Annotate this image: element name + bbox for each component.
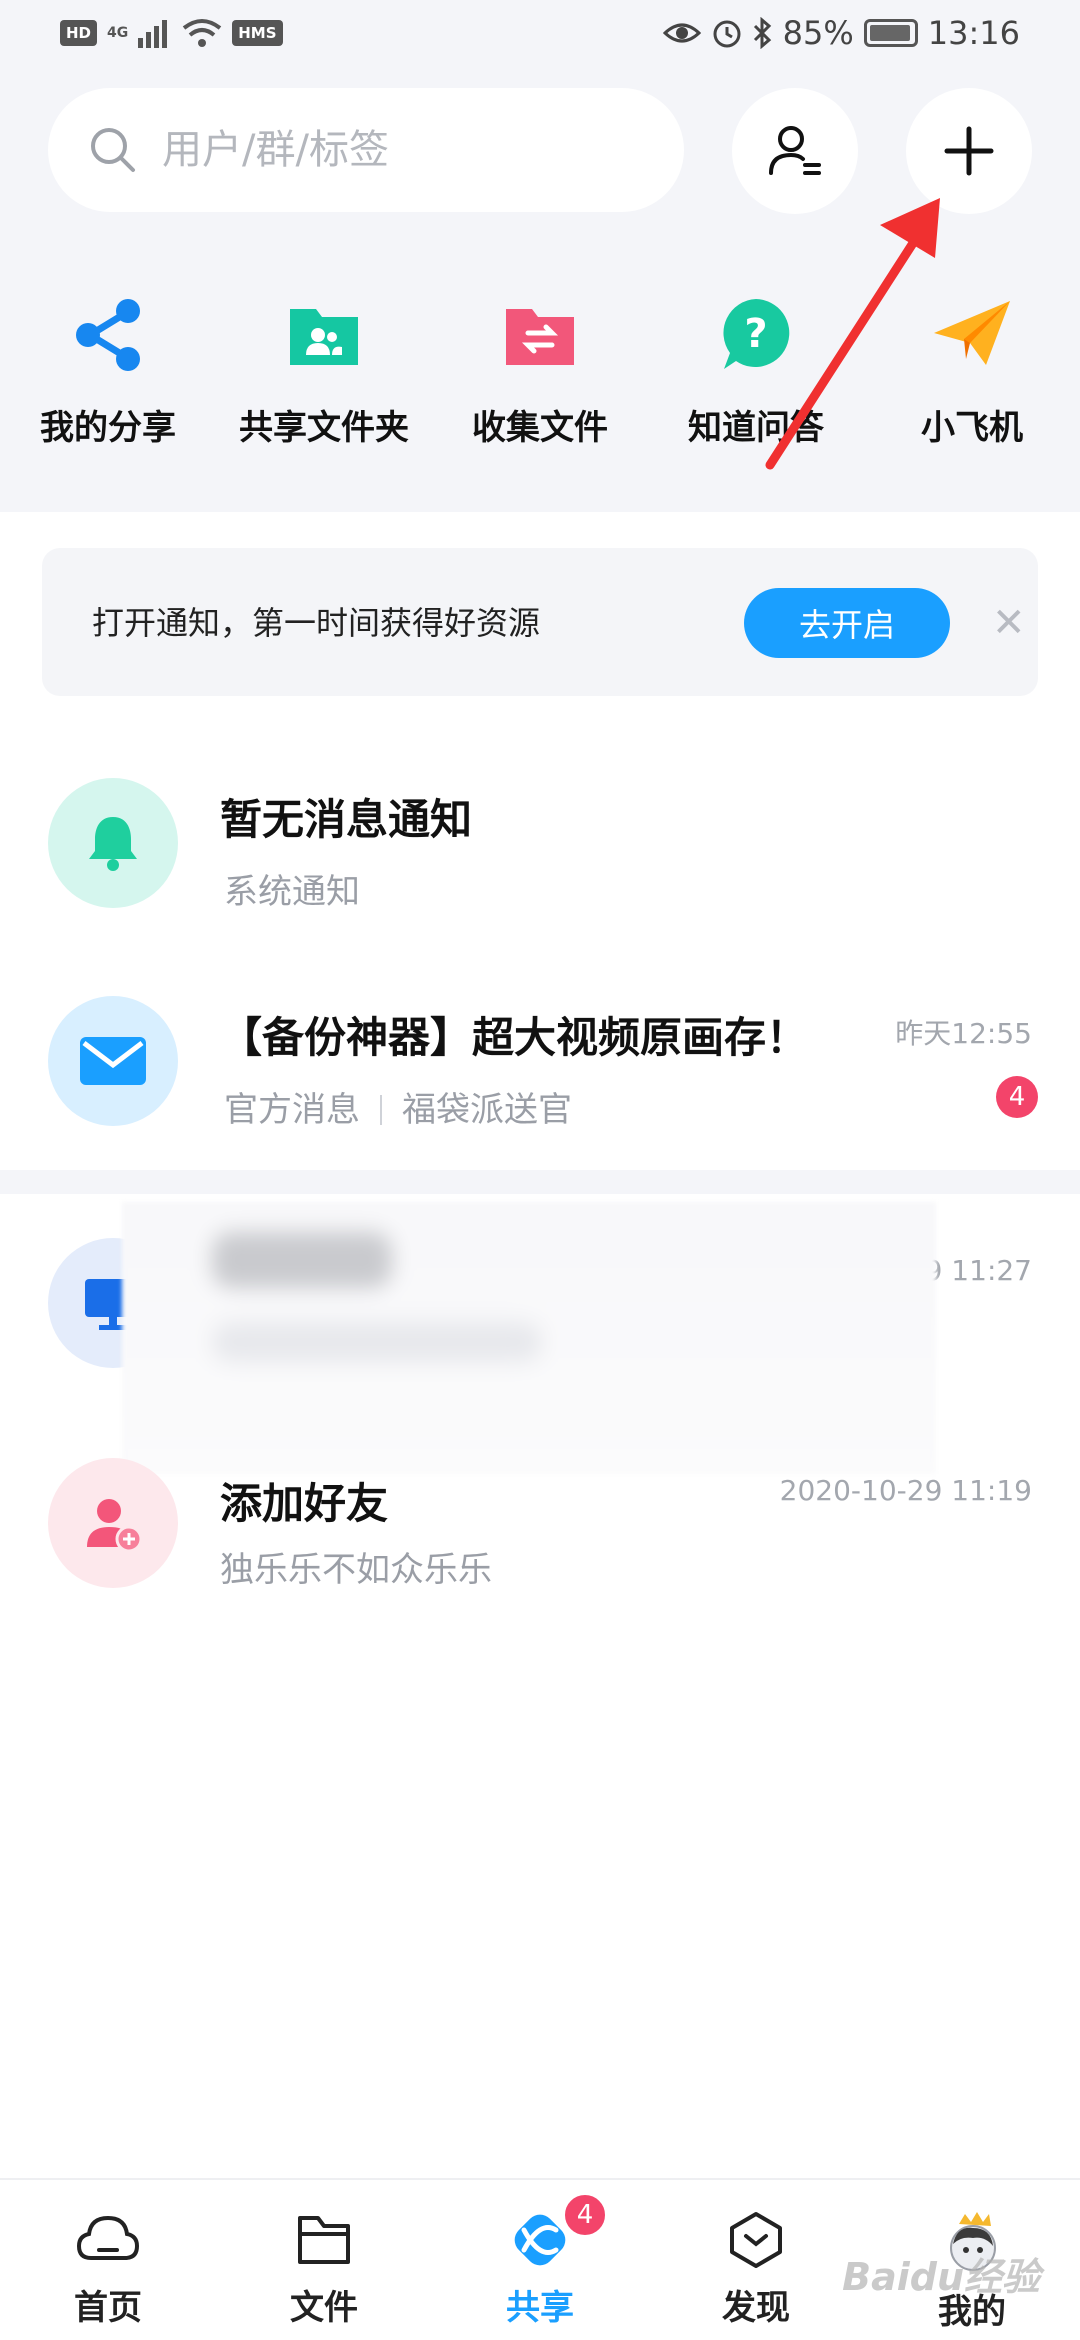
nav-discover[interactable]: 发现: [648, 2180, 864, 2340]
nav-label: 共享: [506, 2288, 574, 2328]
quick-collect-files[interactable]: 收集文件: [432, 290, 648, 449]
question-icon: ?: [711, 290, 801, 380]
share-icon: [63, 290, 153, 380]
quick-actions: 我的分享 共享文件夹 收集文件 ? 知道问答 小飞机: [0, 290, 1080, 449]
message-sender: 福袋派送官: [402, 1090, 572, 1130]
nav-share[interactable]: 4 共享: [432, 2180, 648, 2340]
shared-folder-icon: [279, 290, 369, 380]
mail-icon: [48, 996, 178, 1126]
notification-banner: 打开通知，第一时间获得好资源 去开启 ✕: [42, 548, 1038, 696]
quick-label: 我的分享: [40, 408, 176, 448]
discover-icon: [730, 2212, 782, 2268]
quick-label: 收集文件: [472, 408, 608, 448]
cloud-icon: [76, 2215, 140, 2260]
nav-home[interactable]: 首页: [0, 2180, 216, 2340]
message-time: 9 11:27: [924, 1254, 1032, 1287]
privacy-blur: [122, 1202, 936, 1474]
add-user-icon: [48, 1458, 178, 1588]
close-icon[interactable]: ✕: [992, 596, 1026, 650]
status-bar: HD 4G HMS 85% 13:16: [0, 0, 1080, 74]
bluetooth-icon: [753, 17, 771, 49]
blurred-title: [212, 1232, 392, 1288]
share-nav-icon: [514, 2214, 566, 2266]
nav-label: 文件: [290, 2288, 358, 2328]
quick-label: 知道问答: [688, 408, 824, 448]
blurred-subtitle: [212, 1322, 542, 1362]
quick-label: 小飞机: [921, 408, 1023, 448]
message-title: 【备份神器】超大视频原画存！: [220, 1013, 809, 1062]
svg-text:?: ?: [744, 311, 767, 357]
nav-files[interactable]: 文件: [216, 2180, 432, 2340]
message-time: 昨天12:55: [895, 1017, 1032, 1050]
quick-shared-folder[interactable]: 共享文件夹: [216, 290, 432, 449]
list-item[interactable]: 添加好友 独乐乐不如众乐乐 2020-10-29 11:19: [0, 1458, 1080, 1638]
message-subtitle: 独乐乐不如众乐乐: [220, 1550, 492, 1590]
contacts-icon: [769, 126, 821, 175]
hms-indicator: HMS: [232, 20, 283, 46]
nav-label: 发现: [722, 2288, 790, 2328]
enable-notification-button[interactable]: 去开启: [744, 588, 950, 658]
status-left: HD 4G HMS: [60, 18, 283, 48]
paper-plane-icon: [927, 290, 1017, 380]
status-right: 85% 13:16: [662, 14, 1020, 52]
list-item[interactable]: 暂无消息通知 系统通知: [0, 778, 1080, 958]
add-button[interactable]: [906, 88, 1032, 214]
message-subtitle: 系统通知: [224, 872, 360, 912]
quick-qa[interactable]: ? 知道问答: [648, 290, 864, 449]
folder-icon: [298, 2216, 350, 2264]
search-bar[interactable]: [48, 88, 684, 212]
battery-icon: [863, 19, 918, 47]
battery-percent: 85%: [782, 14, 854, 52]
section-divider: [0, 1170, 1080, 1194]
eye-icon: [662, 23, 701, 43]
collect-folder-icon: [495, 290, 585, 380]
plus-icon: [944, 126, 994, 176]
nav-badge: 4: [562, 2192, 608, 2238]
message-subtitle: 官方消息 福袋派送官: [224, 1082, 572, 1131]
bell-icon: [48, 778, 178, 908]
quick-paper-plane[interactable]: 小飞机: [864, 290, 1080, 449]
notice-text: 打开通知，第一时间获得好资源: [92, 604, 541, 642]
network-type: 4G: [107, 25, 129, 41]
message-title: 暂无消息通知: [220, 795, 473, 844]
clock: 13:16: [927, 14, 1020, 52]
message-title: 添加好友: [220, 1479, 389, 1528]
quick-my-share[interactable]: 我的分享: [0, 290, 216, 449]
list-item[interactable]: 【备份神器】超大视频原画存！ 官方消息 福袋派送官 昨天12:55 4: [0, 996, 1080, 1176]
search-icon: [91, 128, 135, 172]
message-source: 官方消息: [224, 1090, 360, 1130]
signal-icon: [138, 20, 168, 48]
divider: [380, 1095, 382, 1125]
app-screen: HD 4G HMS 85% 13:16 用户/群/标签 我的分享 共享文件夹 收…: [0, 0, 1080, 2340]
message-time: 2020-10-29 11:19: [779, 1474, 1032, 1507]
wifi-icon: [183, 19, 222, 47]
quick-label: 共享文件夹: [239, 408, 409, 448]
hd-indicator: HD: [60, 20, 98, 46]
watermark: Baidu经验: [842, 2255, 1040, 2299]
search-input[interactable]: [162, 127, 642, 173]
alarm-icon: [713, 20, 741, 48]
nav-label: 首页: [74, 2288, 142, 2328]
unread-badge: 4: [996, 1076, 1038, 1118]
contacts-button[interactable]: [732, 88, 858, 214]
